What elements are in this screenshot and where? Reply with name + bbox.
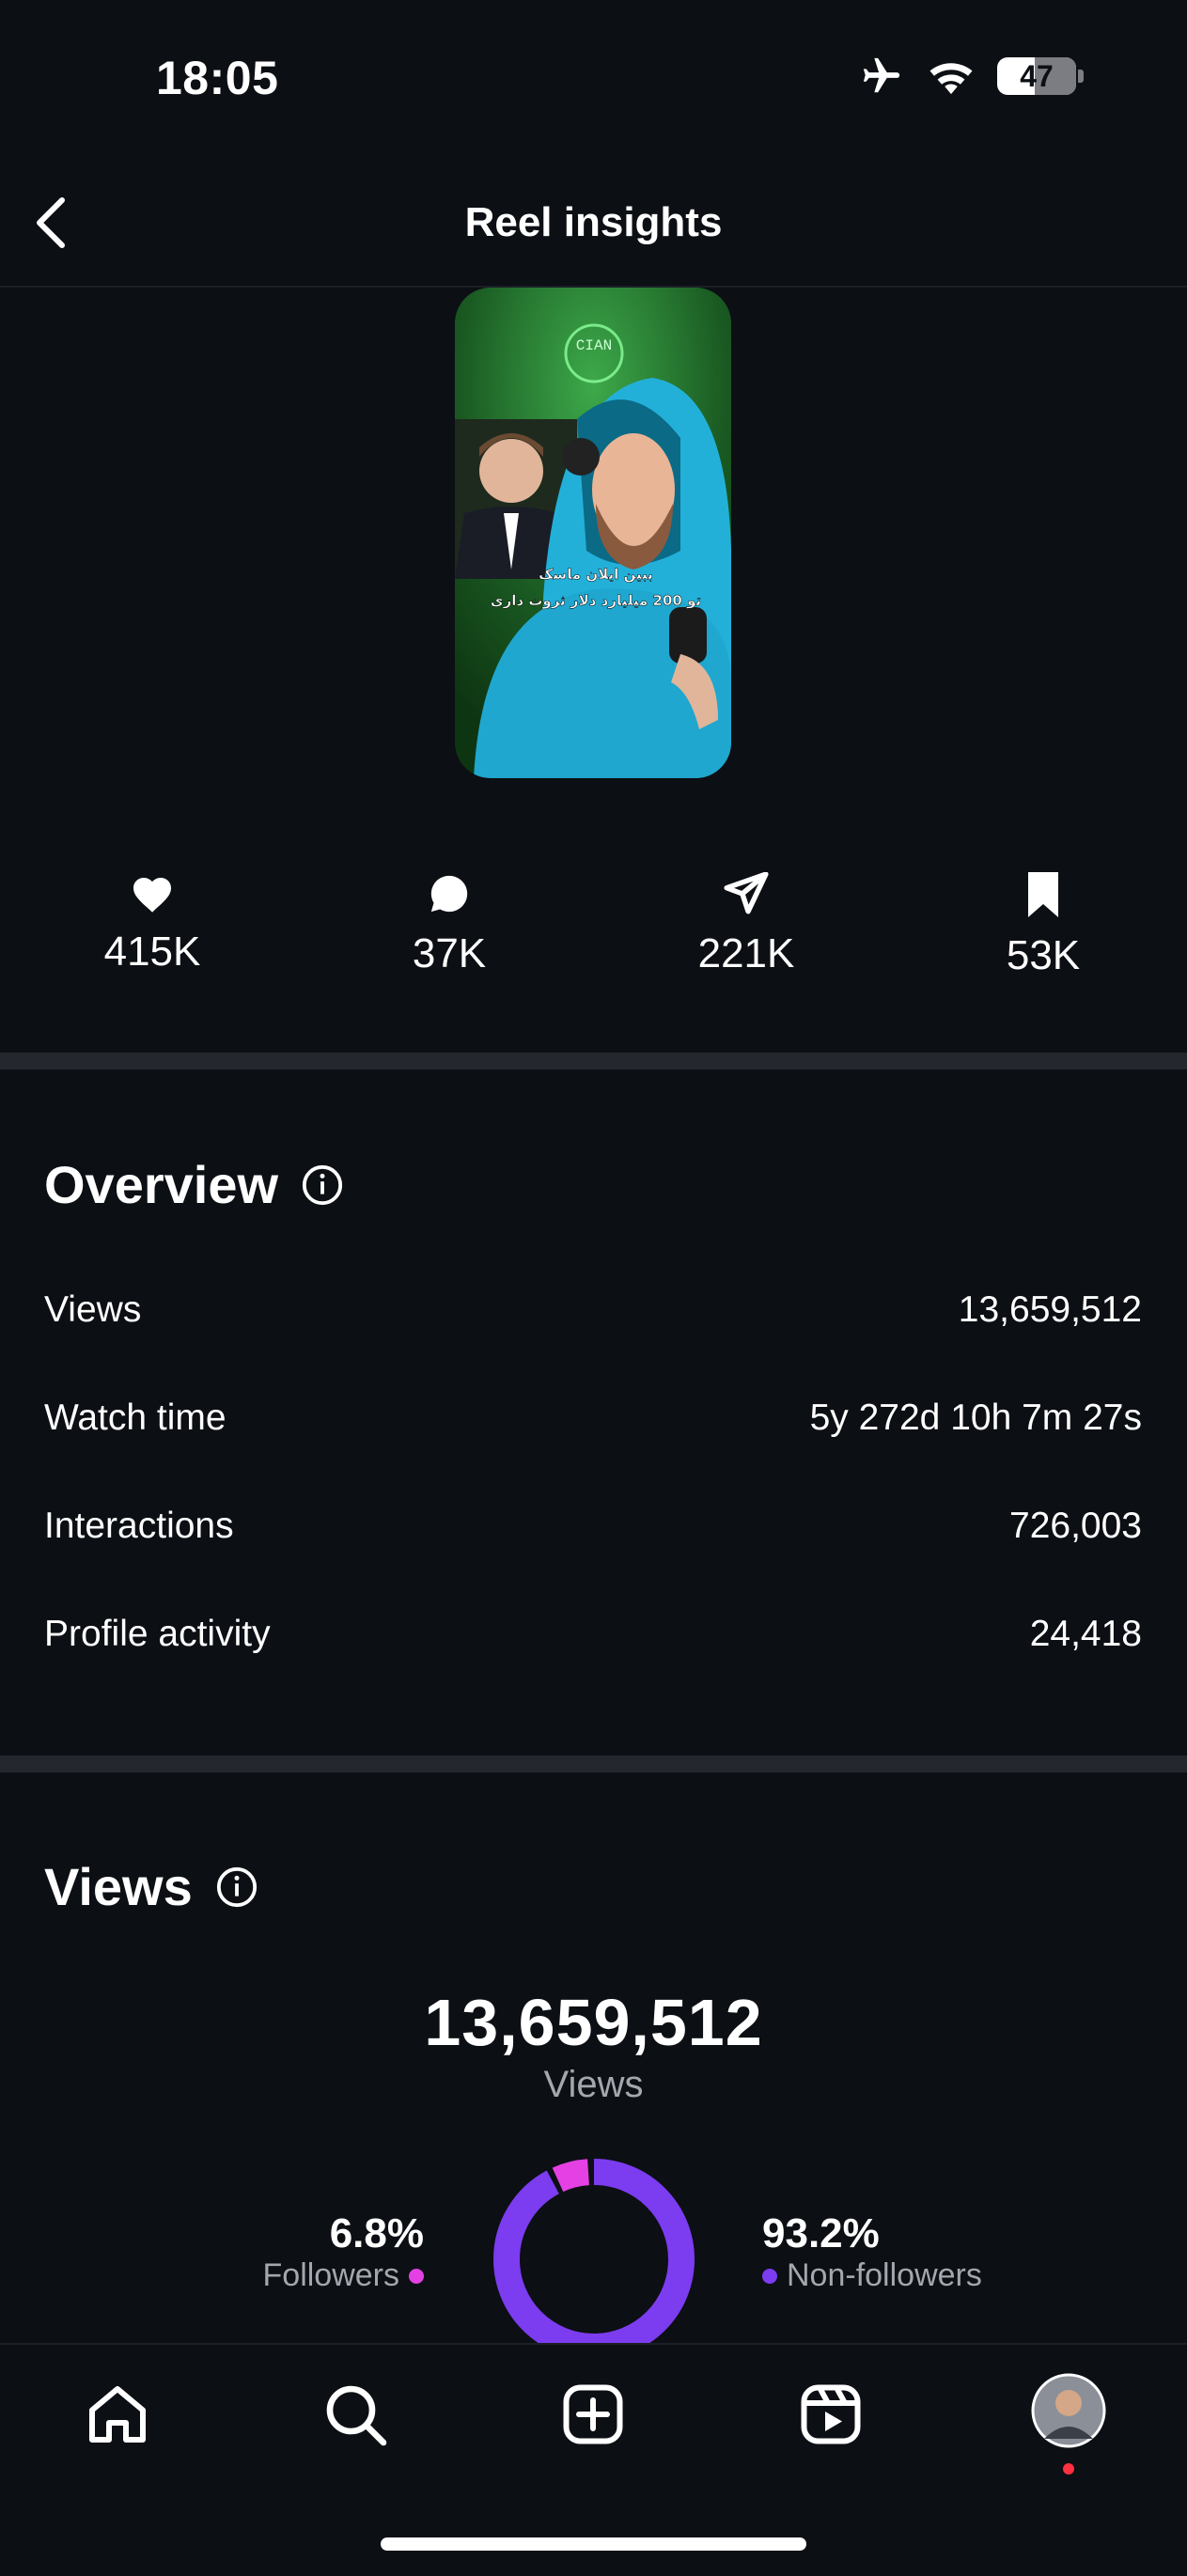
status-time: 18:05 xyxy=(156,52,279,104)
info-icon[interactable] xyxy=(215,1866,258,1909)
stat-likes-value: 415K xyxy=(103,929,201,975)
stat-likes: 415K xyxy=(39,872,265,976)
page-title: Reel insights xyxy=(464,199,723,245)
status-icons: 47 xyxy=(858,55,1084,98)
overview-row-profile-activity: Profile activity 24,418 xyxy=(44,1614,1142,1655)
overview-row-views: Views 13,659,512 xyxy=(44,1289,1142,1331)
stat-shares-value: 221K xyxy=(697,930,795,976)
row-label: Views xyxy=(44,1289,142,1330)
heart-icon xyxy=(133,878,171,913)
overview-title: Overview xyxy=(44,1155,279,1214)
row-value: 726,003 xyxy=(1009,1506,1142,1546)
row-label: Profile activity xyxy=(44,1614,271,1654)
nav-search[interactable] xyxy=(318,2377,393,2452)
stat-saves-value: 53K xyxy=(1006,932,1081,978)
row-value: 24,418 xyxy=(1029,1614,1142,1654)
airplane-mode-icon xyxy=(863,57,900,93)
row-label: Watch time xyxy=(44,1397,226,1438)
non-followers-label: Non-followers xyxy=(787,2257,982,2293)
create-icon xyxy=(563,2384,623,2444)
comment-icon xyxy=(430,875,468,913)
nav-profile[interactable] xyxy=(1031,2373,1106,2448)
views-donut-chart xyxy=(493,2159,695,2344)
reel-caption-line2: تو 200 میلیارد دلار ثروت داری xyxy=(491,592,701,609)
followers-label: Followers xyxy=(262,2257,399,2293)
followers-dot xyxy=(409,2268,424,2284)
wifi-icon xyxy=(929,63,973,95)
bookmark-icon xyxy=(1028,872,1058,917)
views-total-label: Views xyxy=(543,2064,644,2105)
nav-reels[interactable] xyxy=(793,2377,868,2452)
non-followers-percent: 93.2% xyxy=(762,2210,880,2256)
stat-comments-value: 37K xyxy=(412,930,487,976)
battery-icon: 47 xyxy=(997,57,1076,95)
section-separator xyxy=(0,1053,1187,1069)
followers-percent: 6.8% xyxy=(329,2210,424,2256)
reel-thumbnail[interactable]: CIAN ببین ایلان ماسک تو 200 میلیارد دلار… xyxy=(455,288,731,778)
stat-comments: 37K xyxy=(336,872,562,977)
stat-shares: 221K xyxy=(633,872,859,977)
reel-watermark: CIAN xyxy=(576,337,612,354)
reels-icon xyxy=(801,2384,861,2444)
views-title: Views xyxy=(44,1857,193,1916)
views-heading: Views xyxy=(44,1856,258,1917)
row-value: 5y 272d 10h 7m 27s xyxy=(809,1397,1142,1438)
home-icon xyxy=(89,2386,146,2443)
non-followers-dot xyxy=(762,2268,777,2284)
row-label: Interactions xyxy=(44,1506,234,1546)
search-icon xyxy=(326,2385,387,2446)
reel-caption-line1: ببین ایلان ماسک xyxy=(539,566,653,583)
overview-row-watch-time: Watch time 5y 272d 10h 7m 27s xyxy=(44,1397,1142,1439)
battery-level: 47 xyxy=(1020,58,1054,93)
overview-row-interactions: Interactions 726,003 xyxy=(44,1506,1142,1547)
row-value: 13,659,512 xyxy=(958,1289,1142,1330)
views-total: 13,659,512 xyxy=(424,1986,763,2059)
donut-segment-non-followers xyxy=(493,2159,695,2344)
info-icon[interactable] xyxy=(301,1163,344,1207)
notification-dot xyxy=(1063,2463,1074,2475)
stat-saves: 53K xyxy=(930,872,1156,979)
followers-legend: 6.8% Followers xyxy=(263,2210,424,2294)
section-separator xyxy=(0,1756,1187,1772)
share-icon xyxy=(724,872,769,914)
nav-home[interactable] xyxy=(80,2377,155,2452)
home-indicator xyxy=(381,2537,806,2551)
overview-heading: Overview xyxy=(44,1154,344,1215)
nav-create[interactable] xyxy=(555,2377,631,2452)
non-followers-legend: 93.2% Non-followers xyxy=(762,2210,982,2294)
profile-avatar xyxy=(1031,2373,1106,2448)
